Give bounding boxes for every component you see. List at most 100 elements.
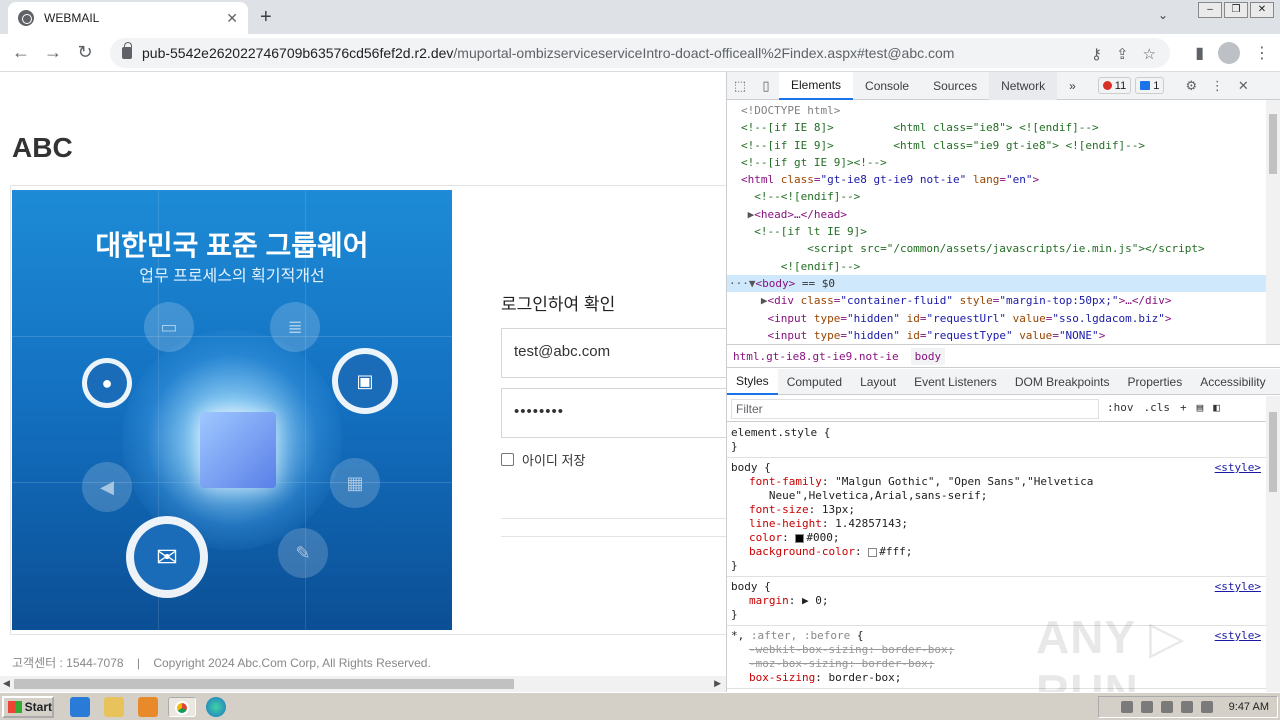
chrome-icon[interactable] — [168, 697, 196, 717]
tab-console[interactable]: Console — [853, 72, 921, 100]
lock-icon — [122, 42, 132, 59]
media-player-icon[interactable] — [138, 697, 158, 717]
menu-kebab-icon[interactable]: ⋮ — [1254, 43, 1270, 63]
forward-arrow-icon[interactable]: → — [42, 42, 64, 63]
minimize-button[interactable]: – — [1198, 2, 1222, 18]
remember-id[interactable]: 아이디 저장 — [501, 450, 585, 469]
horizontal-scrollbar[interactable]: ◀ ▶ — [0, 676, 726, 692]
inspect-icon[interactable]: ⬚ — [727, 78, 753, 94]
dom-line[interactable]: <input type="hidden" id="requestType" va… — [727, 327, 1267, 344]
tab-elements[interactable]: Elements — [779, 71, 854, 100]
start-label: Start — [24, 700, 52, 714]
remember-checkbox[interactable] — [501, 453, 514, 466]
devtools-menu-icon[interactable]: ⋮ — [1204, 78, 1230, 94]
breadcrumb-html[interactable]: html.gt-ie8.gt-ie9.not-ie — [733, 350, 899, 363]
tab-layout[interactable]: Layout — [851, 369, 905, 395]
folder-icon[interactable] — [104, 697, 124, 717]
scroll-thumb[interactable] — [14, 679, 514, 689]
style-source-link[interactable]: <style> — [1215, 580, 1261, 594]
new-tab-button[interactable]: + — [260, 6, 272, 29]
ie-icon[interactable] — [70, 697, 90, 717]
filter-input[interactable]: Filter — [731, 399, 1099, 419]
add-rule-icon[interactable]: + — [1180, 401, 1187, 414]
close-devtools-icon[interactable]: ✕ — [1230, 78, 1256, 94]
settings-gear-icon[interactable]: ⚙ — [1178, 78, 1204, 94]
tab-search-icon[interactable]: ⌄ — [1158, 8, 1168, 22]
address-bar[interactable]: pub-5542e262022746709b63576cd56fef2d.r2.… — [110, 38, 1170, 68]
restore-button[interactable]: ❐ — [1224, 2, 1248, 18]
dom-line[interactable]: <html class="gt-ie8 gt-ie9 not-ie" lang=… — [727, 171, 1267, 188]
dom-scrollbar[interactable] — [1266, 100, 1280, 344]
battery-icon[interactable] — [1180, 701, 1193, 713]
dom-line[interactable]: <!DOCTYPE html> — [727, 102, 1267, 119]
speaker-icon: ◀ — [82, 462, 132, 512]
reload-icon[interactable]: ↻ — [74, 42, 96, 63]
dom-line[interactable]: <input type="hidden" id="requestUrl" val… — [727, 310, 1267, 327]
network-icon[interactable] — [1140, 701, 1153, 713]
more-tabs-icon[interactable]: » — [1057, 72, 1088, 100]
tray-arrow-icon[interactable] — [1120, 701, 1133, 713]
style-rule[interactable]: <style> body { font-family: "Malgun Goth… — [727, 458, 1267, 577]
start-button[interactable]: Start — [2, 696, 54, 718]
chrome-logo — [175, 701, 189, 715]
tab-computed[interactable]: Computed — [778, 369, 851, 395]
dom-line[interactable]: <![endif]--> — [727, 258, 1267, 275]
paint-icon[interactable]: ▤ — [1197, 401, 1204, 414]
hov-toggle[interactable]: :hov — [1107, 401, 1134, 414]
color-swatch[interactable] — [868, 547, 878, 557]
flag-icon[interactable] — [1200, 701, 1213, 713]
tab-network[interactable]: Network — [989, 71, 1058, 100]
back-arrow-icon[interactable]: ← — [10, 42, 32, 63]
tab-properties[interactable]: Properties — [1119, 369, 1192, 395]
style-source-link[interactable]: <style> — [1215, 461, 1261, 475]
message-badge[interactable]: 1 — [1135, 77, 1165, 94]
browser-tab[interactable]: WEBMAIL ✕ — [8, 2, 248, 34]
key-icon[interactable]: ⚷ — [1091, 45, 1102, 63]
tab-event-listeners[interactable]: Event Listeners — [905, 369, 1006, 395]
style-rule[interactable]: element.style { } — [727, 423, 1267, 458]
edge-icon[interactable] — [206, 697, 226, 717]
tab-accessibility[interactable]: Accessibility — [1191, 369, 1274, 395]
tab-styles[interactable]: Styles — [727, 368, 778, 395]
hero-banner: 대한민국 표준 그룹웨어 업무 프로세스의 획기적개선 ▭ ≣ ● ▣ ◀ ▦ … — [12, 190, 452, 630]
breadcrumb-body[interactable]: body — [910, 347, 946, 365]
profile-avatar[interactable] — [1218, 42, 1240, 64]
sidebar-toggle-icon[interactable]: ◧ — [1213, 401, 1220, 414]
scroll-left-icon[interactable]: ◀ — [3, 678, 10, 689]
dom-line[interactable]: <!--[if IE 8]> <html class="ie8"> <![end… — [727, 119, 1267, 136]
dom-line-selected[interactable]: ···▼<body> == $0 — [727, 274, 1267, 293]
share-icon[interactable]: ⇪ — [1116, 45, 1129, 63]
close-window-button[interactable]: ✕ — [1250, 2, 1274, 18]
side-panel-icon[interactable]: ▮ — [1195, 43, 1204, 63]
devtools-panel: ⬚ ▯ Elements Console Sources Network » 1… — [726, 71, 1280, 692]
dom-line[interactable]: ▶<head>…</head> — [727, 206, 1267, 223]
window-controls: – ❐ ✕ — [1198, 2, 1274, 18]
cls-toggle[interactable]: .cls — [1144, 401, 1171, 414]
device-toggle-icon[interactable]: ▯ — [753, 78, 779, 94]
email-field[interactable]: test@abc.com — [501, 328, 726, 378]
close-tab-icon[interactable]: ✕ — [226, 10, 238, 27]
scroll-thumb[interactable] — [1269, 114, 1277, 174]
color-swatch[interactable] — [795, 533, 805, 543]
toolbar-right: ▮ ⋮ — [1195, 42, 1270, 64]
scroll-thumb[interactable] — [1269, 412, 1277, 492]
styles-tabbar: Styles Computed Layout Event Listeners D… — [727, 368, 1280, 395]
password-field[interactable]: •••••••• — [501, 388, 726, 438]
dom-line[interactable]: ▶<div class="container-fluid" style="mar… — [727, 292, 1267, 309]
user-icon: ● — [82, 358, 132, 408]
error-badge[interactable]: 11 — [1097, 77, 1132, 94]
dom-line[interactable]: <script src="/common/assets/javascripts/… — [727, 240, 1267, 257]
dom-line[interactable]: <!--[if IE 9]> <html class="ie9 gt-ie8">… — [727, 137, 1267, 154]
tab-dom-breakpoints[interactable]: DOM Breakpoints — [1006, 369, 1119, 395]
scroll-right-icon[interactable]: ▶ — [714, 678, 721, 689]
dom-line[interactable]: <!--[if lt IE 9]> — [727, 223, 1267, 240]
dom-line[interactable]: <!--[if gt IE 9]><!--> — [727, 154, 1267, 171]
dom-line[interactable]: <!--<![endif]--> — [727, 188, 1267, 205]
volume-icon[interactable] — [1160, 701, 1173, 713]
tab-sources[interactable]: Sources — [921, 72, 989, 100]
hero-subtitle: 업무 프로세스의 획기적개선 — [139, 268, 325, 285]
url-host: pub-5542e262022746709b63576cd56fef2d.r2.… — [142, 45, 454, 61]
dom-tree[interactable]: <!DOCTYPE html> <!--[if IE 8]> <html cla… — [727, 100, 1267, 344]
divider — [501, 518, 726, 519]
star-icon[interactable]: ☆ — [1143, 45, 1156, 63]
